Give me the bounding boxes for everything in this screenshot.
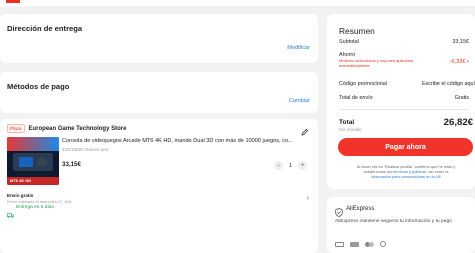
- chevron-down-icon: ▾: [466, 59, 469, 65]
- secure-logo-icon: [380, 241, 386, 247]
- product-image-caption: MT6 4K HD: [10, 178, 32, 183]
- security-card: AliExpress AliExpress mantiene seguros t…: [327, 197, 475, 253]
- total-value: 26,82€: [443, 117, 473, 128]
- quantity-value[interactable]: 1: [289, 163, 292, 169]
- address-title: Dirección de entrega: [7, 24, 83, 33]
- total-label: Total: [339, 119, 355, 126]
- promo-label: Código promocional: [339, 81, 387, 87]
- change-payment-link[interactable]: Cambiar: [289, 98, 310, 104]
- payment-card: Métodos de pago Cambiar: [0, 72, 318, 113]
- store-name[interactable]: European Game Technology Store: [29, 126, 127, 132]
- security-header: AliExpress: [335, 204, 375, 217]
- legal-text: Al hacer clic en 'Realizar pedido', conf…: [339, 164, 473, 180]
- store-card: Plaza European Game Technology Store MT6…: [0, 119, 318, 253]
- tax-note: IVA incluido: [339, 127, 362, 132]
- shipping-total-row: Total de envío Gratis: [339, 95, 469, 101]
- security-text: AliExpress mantiene seguros tu informaci…: [335, 219, 452, 224]
- shipping-detail: Envío estimado el miércoles 27 JUN: [7, 199, 72, 204]
- payment-logos: [335, 241, 386, 247]
- card-logo-icon: [335, 241, 344, 247]
- modify-address-link[interactable]: Modificar: [287, 45, 310, 51]
- product-title[interactable]: Consola de videojuegos Arcade MT6 4K HD,…: [62, 138, 310, 145]
- shipping-total-label: Total de envío: [339, 95, 373, 101]
- visa-logo-icon: [350, 241, 359, 247]
- subtotal-row: Subtotal 33,15€: [339, 39, 469, 45]
- brand-accent: [6, 0, 20, 3]
- product-image[interactable]: MT6 4K HD: [7, 137, 59, 185]
- product-price: 33,15€: [62, 161, 81, 168]
- summary-title: Resumen: [339, 26, 375, 36]
- payment-title: Métodos de pago: [7, 82, 70, 91]
- address-card: Dirección de entrega Modificar: [0, 14, 318, 63]
- delivery-text: Entrega en 5 días: [16, 205, 54, 210]
- chevron-right-icon[interactable]: ›: [307, 195, 309, 202]
- divider: [339, 109, 469, 110]
- product-variant[interactable]: 32G/10000 Games azul: [62, 147, 108, 152]
- savings-value[interactable]: -6,33€ ▾: [450, 59, 469, 65]
- quantity-stepper: − 1 +: [274, 161, 308, 170]
- decrease-quantity-button[interactable]: −: [274, 161, 283, 170]
- truck-icon: [7, 205, 14, 218]
- promo-input[interactable]: Escribe el código aquí: [422, 81, 475, 87]
- summary-card: Resumen Subtotal 33,15€ Ahorro Mínimos d…: [327, 14, 475, 189]
- mastercard-logo-icon: [365, 241, 374, 247]
- delivery-info: Entrega en 5 días: [7, 205, 54, 218]
- subtotal-value: 33,15€: [452, 39, 470, 45]
- subtotal-label: Subtotal: [339, 39, 359, 45]
- shipping-title: Envío gratis: [7, 193, 34, 198]
- shipping-total-value: Gratis: [454, 95, 469, 101]
- security-brand: AliExpress: [346, 205, 375, 212]
- plaza-badge: Plaza: [7, 124, 25, 133]
- savings-note: Mínimos descuentos y cupones aplicados a…: [339, 58, 414, 68]
- store-header: Plaza European Game Technology Store: [7, 124, 126, 133]
- pencil-icon[interactable]: [301, 123, 309, 136]
- eu-info-link[interactable]: información para consumidores en la UE: [339, 174, 473, 179]
- increase-quantity-button[interactable]: +: [298, 161, 308, 170]
- shield-check-icon: [335, 204, 343, 217]
- top-bar: [0, 0, 475, 6]
- promo-row: Código promocional Escribe el código aqu…: [339, 81, 475, 87]
- pay-now-button[interactable]: Pagar ahora: [338, 138, 473, 156]
